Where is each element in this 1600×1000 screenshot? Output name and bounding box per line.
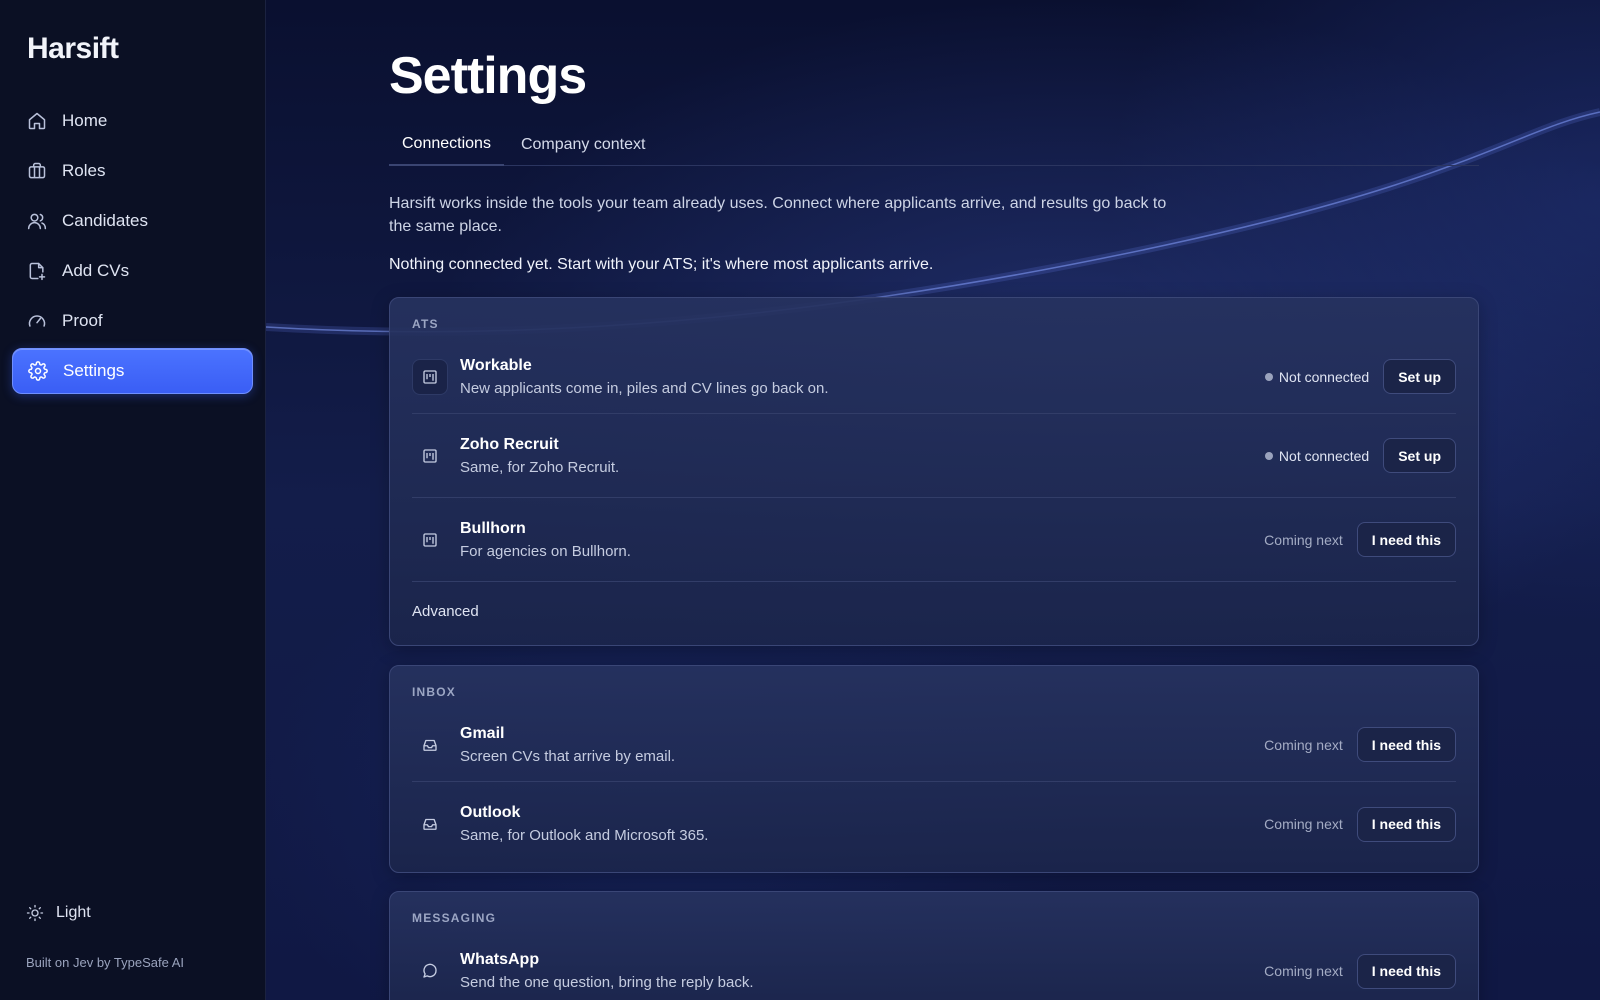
status-badge: Not connected [1264, 368, 1370, 385]
settings-tabs: Connections Company context [389, 124, 1479, 166]
inbox-icon [412, 727, 448, 763]
status-dot [1264, 451, 1273, 460]
kanban-icon [412, 358, 448, 395]
integration-row-gmail: Gmail Screen CVs that arrive by email. C… [412, 708, 1456, 782]
main-content: Settings Connections Company context Har… [266, 0, 1600, 1000]
section-label: INBOX [412, 685, 457, 699]
sidebar-item-label: Candidates [62, 211, 149, 230]
integration-title: Bullhorn [460, 519, 526, 537]
integration-description: Send the one question, bring the reply b… [460, 974, 754, 991]
tab-company-context[interactable]: Company context [508, 124, 659, 166]
sidebar-item-settings[interactable]: Settings [12, 348, 253, 394]
sidebar: Harsift Home Roles Candidates Add CVs Pr… [0, 0, 266, 1000]
status-label: Coming next [1264, 736, 1343, 753]
sidebar-item-label: Home [62, 111, 108, 130]
kanban-icon [412, 438, 448, 474]
integration-row-bullhorn: Bullhorn For agencies on Bullhorn. Comin… [412, 498, 1456, 582]
sun-icon [26, 903, 46, 923]
sidebar-nav: Home Roles Candidates Add CVs Proof Sett… [12, 98, 253, 398]
advanced-toggle[interactable]: Advanced [412, 582, 1456, 640]
sidebar-item-home[interactable]: Home [12, 98, 253, 144]
users-icon [26, 210, 48, 232]
theme-toggle[interactable]: Light [26, 903, 91, 923]
integration-description: For agencies on Bullhorn. [460, 542, 631, 560]
set-up-button[interactable]: Set up [1383, 438, 1456, 473]
sidebar-item-label: Settings [63, 361, 125, 380]
inbox-card: INBOX Gmail Screen CVs that arrive by em… [389, 665, 1479, 873]
sidebar-item-label: Roles [62, 161, 106, 180]
briefcase-icon [26, 160, 48, 182]
i-need-this-button[interactable]: I need this [1356, 522, 1456, 557]
status-label: Not connected [1278, 368, 1370, 385]
status-dot [1264, 372, 1273, 381]
brand-logo[interactable]: Harsift [27, 32, 119, 66]
messaging-card: MESSAGING WhatsApp Send the one question… [389, 891, 1479, 1000]
sidebar-item-label: Add CVs [62, 261, 130, 280]
integration-description: New applicants come in, piles and CV lin… [460, 379, 829, 397]
integration-description: Screen CVs that arrive by email. [460, 747, 676, 765]
integration-row-zoho-recruit: Zoho Recruit Same, for Zoho Recruit. Not… [412, 414, 1456, 498]
integration-title: Workable [460, 356, 532, 374]
status-badge: Coming next [1264, 532, 1343, 548]
inbox-icon [412, 806, 448, 842]
sidebar-item-proof[interactable]: Proof [12, 298, 253, 344]
gauge-icon [26, 310, 48, 332]
status-badge: Coming next [1264, 963, 1343, 979]
tab-connections[interactable]: Connections [389, 124, 504, 166]
file-plus-icon [26, 260, 48, 282]
ats-card: ATS Workable New applicants come in, pil… [389, 297, 1479, 646]
kanban-icon [412, 522, 448, 558]
section-label: ATS [412, 317, 439, 331]
status-badge: Coming next [1264, 737, 1343, 753]
integration-title: Gmail [460, 724, 505, 742]
integration-title: Outlook [460, 804, 521, 821]
built-on-credit: Built on Jev by TypeSafe AI [26, 955, 185, 970]
set-up-button[interactable]: Set up [1383, 359, 1456, 394]
integration-description: Same, for Outlook and Microsoft 365. [460, 827, 709, 844]
status-label: Not connected [1278, 447, 1370, 464]
i-need-this-button[interactable]: I need this [1356, 727, 1456, 762]
integration-row-outlook: Outlook Same, for Outlook and Microsoft … [412, 782, 1456, 866]
status-label: Coming next [1264, 816, 1343, 832]
integration-row-whatsapp: WhatsApp Send the one question, bring th… [412, 934, 1456, 1000]
status-label: Coming next [1264, 963, 1343, 979]
chat-bubble-icon [412, 953, 448, 989]
intro-text: Harsift works inside the tools your team… [389, 195, 1167, 235]
connection-notice: Nothing connected yet. Start with your A… [389, 256, 934, 273]
sidebar-item-candidates[interactable]: Candidates [12, 198, 253, 244]
sidebar-item-add-cvs[interactable]: Add CVs [12, 248, 253, 294]
integration-description: Same, for Zoho Recruit. [460, 458, 620, 476]
integration-row-workable: Workable New applicants come in, piles a… [412, 340, 1456, 414]
i-need-this-button[interactable]: I need this [1356, 953, 1456, 989]
sidebar-item-label: Proof [62, 311, 103, 330]
status-badge: Not connected [1264, 447, 1370, 464]
i-need-this-button[interactable]: I need this [1356, 806, 1456, 842]
section-label: MESSAGING [412, 911, 497, 925]
theme-toggle-label: Light [56, 904, 91, 921]
page-title: Settings [389, 47, 587, 105]
integration-title: WhatsApp [460, 951, 540, 968]
integration-title: Zoho Recruit [460, 435, 559, 453]
home-icon [26, 110, 48, 132]
status-label: Coming next [1264, 531, 1343, 548]
sidebar-item-roles[interactable]: Roles [12, 148, 253, 194]
status-badge: Coming next [1264, 816, 1343, 832]
gear-icon [27, 360, 49, 382]
